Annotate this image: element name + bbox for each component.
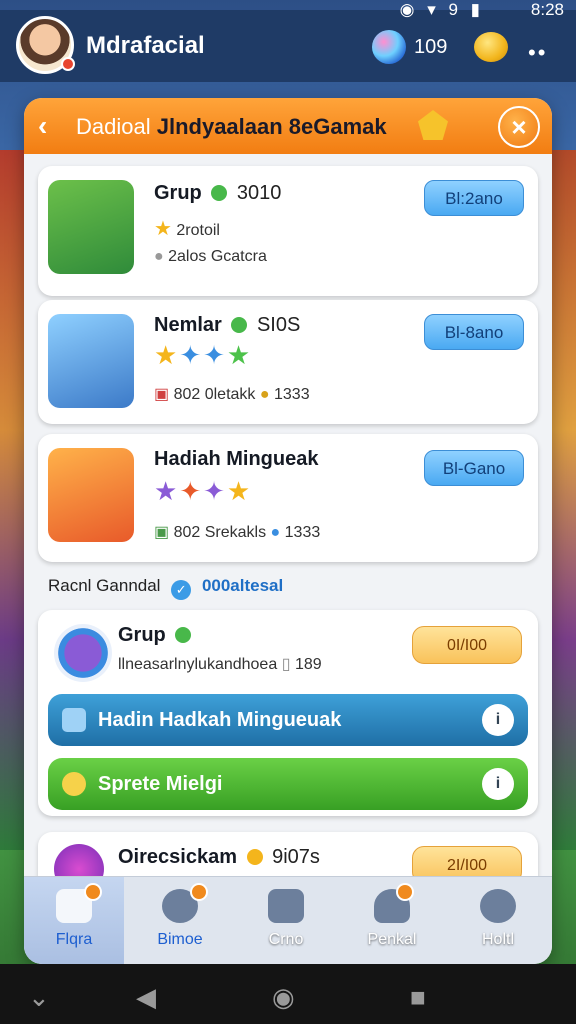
gems-icon[interactable]: [372, 30, 406, 64]
medal-icon: [418, 110, 448, 140]
gift-icon: [54, 624, 112, 682]
dialog-header: ‹ Dadioal Jlndyaalaan 8eGamak ×: [24, 98, 552, 154]
notification-badge: [190, 883, 208, 901]
bottom-navigation: Flqra Bimoe Crno Penkal Holtl: [24, 876, 552, 964]
leaf-icon: [231, 317, 248, 333]
join-button[interactable]: Bl-Gano: [424, 450, 524, 486]
action-bar-button[interactable]: Hadin Hadkah Mingueuak i: [48, 694, 528, 746]
section-link[interactable]: 000altesal: [202, 576, 283, 595]
join-button[interactable]: Bl-8ano: [424, 314, 524, 350]
avatar[interactable]: [16, 16, 75, 74]
status-time: 8:28: [530, 0, 564, 19]
info-icon: ●: [154, 248, 164, 265]
card-title: Nemlar SI0S: [154, 314, 301, 336]
gems-count: 109: [414, 36, 448, 58]
nav-item-home[interactable]: Flqra: [24, 877, 124, 964]
nav-item-rewards[interactable]: Penkal: [342, 877, 442, 964]
card-title: Hadiah Mingueak: [154, 448, 319, 470]
nav-item-account[interactable]: Holtl: [448, 877, 548, 964]
chevron-down-icon[interactable]: ⌄: [28, 982, 50, 1013]
card-thumbnail: [48, 448, 134, 542]
user-icon: [480, 889, 516, 923]
event-card[interactable]: Hadiah Mingueak ★✦✦★ ▣ 802 Srekakls ● 13…: [38, 434, 538, 562]
event-card[interactable]: Grup 3010 ★ 2rotoil ● 2alos Gcatcra Bl:2…: [38, 166, 538, 296]
event-card[interactable]: Nemlar SI0S ★✦✦★ ▣ 802 0letakk ● 1333 Bl…: [38, 300, 538, 424]
join-button[interactable]: Bl:2ano: [424, 180, 524, 216]
info-icon[interactable]: i: [482, 768, 514, 800]
status-icons: ◉ ▾ 9 ▮: [399, 0, 484, 19]
close-button[interactable]: ×: [498, 106, 540, 148]
calendar-icon: [268, 889, 304, 923]
card-meta: ▣ 802 0letakk ● 1333: [154, 386, 310, 403]
nav-item-calendar[interactable]: Crno: [236, 877, 336, 964]
background-right: [548, 150, 576, 850]
cube-icon: [62, 708, 86, 732]
check-icon: ✓: [171, 580, 192, 600]
coin-small-icon: ●: [259, 386, 270, 403]
system-navigation-bar: ⌄ ◀ ◉ ■: [0, 964, 576, 1024]
card-title: Grup: [118, 624, 195, 647]
card-thumbnail: [48, 180, 134, 274]
back-icon[interactable]: ‹: [38, 110, 47, 142]
coin-small-icon: [246, 849, 263, 865]
leaf-icon: [175, 627, 192, 643]
box-icon: ▣: [154, 524, 170, 541]
card-subtitle: ★ 2rotoil: [154, 218, 220, 240]
avatar-badge: [61, 57, 75, 71]
nav-item-profile[interactable]: Bimoe: [130, 877, 230, 964]
notification-badge: [84, 883, 102, 901]
home-nav-icon[interactable]: ◉: [272, 982, 295, 1013]
ticket-icon: ▯: [281, 656, 291, 673]
coin-icon[interactable]: [474, 32, 508, 62]
back-nav-icon[interactable]: ◀: [136, 982, 156, 1013]
event-dialog: ‹ Dadioal Jlndyaalaan 8eGamak × Grup 301…: [24, 98, 552, 964]
shield-icon: ●: [270, 524, 281, 541]
status-bar: ◉ ▾ 9 ▮ 8:28: [0, 0, 576, 22]
box-icon: ▣: [154, 386, 170, 403]
progress-pill[interactable]: 0I/I00: [412, 626, 522, 664]
card-meta: ▣ 802 Srekakls ● 1333: [154, 524, 321, 541]
group-card: Grup llneasarlnylukandhoea ▯ 189 0I/I00 …: [38, 610, 538, 816]
star-icon: [62, 772, 86, 796]
card-title: Grup 3010: [154, 182, 282, 204]
card-meta: ● 2alos Gcatcra: [154, 248, 267, 265]
notification-badge: [396, 883, 414, 901]
action-bar-button[interactable]: Sprete Mielgi i: [48, 758, 528, 810]
card-title: Oirecsickam 9i07s: [118, 846, 320, 868]
recents-nav-icon[interactable]: ■: [410, 982, 426, 1013]
card-subtitle: llneasarlnylukandhoea ▯ 189: [118, 656, 322, 673]
section-label: Racnl Ganndal ✓ 000altesal: [48, 576, 283, 600]
dialog-title: Dadioal Jlndyaalaan 8eGamak: [76, 114, 387, 139]
leaf-icon: [211, 185, 228, 201]
rating-stars: ★✦✦★: [154, 340, 253, 370]
star-icon: ★: [154, 218, 172, 240]
more-icon[interactable]: ••: [528, 40, 547, 66]
info-icon[interactable]: i: [482, 704, 514, 736]
card-thumbnail: [48, 314, 134, 408]
rating-stars: ★✦✦★: [154, 476, 253, 506]
app-title: Mdrafacial: [86, 32, 205, 59]
